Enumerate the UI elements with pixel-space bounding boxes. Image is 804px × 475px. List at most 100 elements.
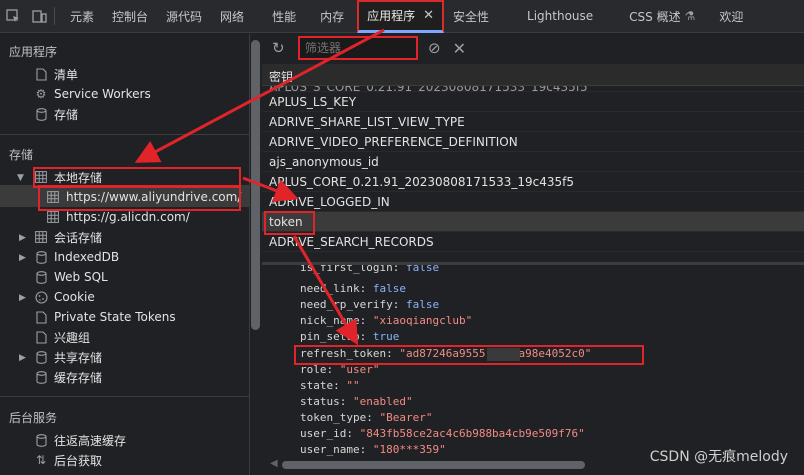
document-icon	[34, 67, 48, 81]
tab-label: 性能	[272, 9, 297, 24]
json-line: is_first_login: false	[300, 265, 439, 274]
table-row[interactable]: ADRIVE_LOGGED_IN	[262, 192, 804, 212]
sidebar-item-label: Private State Tokens	[54, 310, 176, 324]
tab-security[interactable]: 安全性	[444, 0, 498, 33]
tab-network[interactable]: 网络	[211, 0, 253, 33]
sidebar-item-session-storage[interactable]: 会话存储	[34, 227, 102, 247]
sidebar-item-websql[interactable]: Web SQL	[34, 267, 108, 287]
sidebar-scrollbar[interactable]	[251, 40, 260, 330]
clear-all-icon[interactable]: ⊘	[428, 39, 441, 57]
tab-memory[interactable]: 内存	[311, 0, 353, 33]
tab-elements[interactable]: 元素	[61, 0, 103, 33]
sidebar-item-cache-storage[interactable]: 缓存存储	[34, 367, 102, 387]
json-key: nick_name	[300, 314, 360, 327]
tab-label: 安全性	[453, 9, 490, 24]
database-icon	[34, 370, 48, 384]
json-line: need_rp_verify: false	[300, 298, 440, 311]
sidebar-item-label: Web SQL	[54, 270, 108, 284]
expanded-triangle-icon[interactable]: ▼	[17, 173, 27, 183]
json-key: status	[300, 395, 340, 408]
json-line: nick_name: "xiaoqiangclub"	[300, 314, 473, 327]
sidebar-item-indexeddb[interactable]: IndexedDB	[34, 247, 119, 267]
database-icon	[34, 433, 48, 447]
filter-input[interactable]	[298, 36, 418, 60]
tab-lighthouse[interactable]: Lighthouse	[518, 0, 602, 33]
sidebar-item-label: IndexedDB	[54, 250, 120, 264]
sidebar-item-label: Service Workers	[54, 87, 151, 101]
json-line: need_link: false	[300, 282, 406, 295]
json-value: "Bearer"	[379, 411, 433, 424]
sidebar-item-private-state-tokens[interactable]: Private State Tokens	[34, 307, 176, 327]
watermark: CSDN @无痕melody	[649, 449, 788, 465]
sidebar-item-interest-groups[interactable]: 兴趣组	[34, 327, 90, 347]
refresh-icon[interactable]: ↻	[272, 39, 294, 57]
table-row[interactable]: APLUS_CORE_0.21.91_20230808171533_19c435…	[262, 172, 804, 192]
section-title-application: 应用程序	[9, 45, 58, 59]
json-line: pin_setup: true	[300, 330, 400, 343]
json-value: "180***359"	[372, 443, 446, 456]
sidebar-item-bfcache[interactable]: 往返高速缓存	[34, 430, 126, 450]
sidebar-item-label: Cookie	[54, 290, 95, 304]
sidebar-item-service-workers[interactable]: ⚙ Service Workers	[34, 84, 151, 104]
section-title-background-services: 后台服务	[9, 411, 58, 425]
annotation-box-origin	[38, 185, 241, 211]
sidebar-item-label: 会话存储	[54, 230, 103, 245]
tab-application[interactable]: 应用程序 ✕	[357, 0, 445, 33]
table-row[interactable]: APLUS_LS_KEY	[262, 92, 804, 112]
delete-selected-icon[interactable]: ✕	[453, 39, 466, 58]
table-row[interactable]: ajs_anonymous_id	[262, 152, 804, 172]
table-row[interactable]: ADRIVE_SHARE_LIST_VIEW_TYPE	[262, 112, 804, 132]
database-icon	[34, 107, 48, 121]
collapsed-triangle-icon[interactable]: ▶	[19, 353, 29, 363]
json-key: is_first_login	[300, 265, 393, 274]
tab-label: CSS 概述	[629, 9, 681, 24]
json-key: token_type	[300, 411, 367, 424]
collapsed-triangle-icon[interactable]: ▶	[19, 233, 29, 243]
storage-toolbar: ↻ ⊘ ✕	[262, 34, 804, 62]
key-column-header[interactable]: 密钥	[262, 64, 804, 86]
tab-console[interactable]: 控制台	[103, 0, 157, 33]
up-down-arrows-icon: ⇅	[35, 453, 47, 467]
grid-icon	[34, 230, 48, 244]
sidebar-item-manifest[interactable]: 清单	[34, 64, 78, 84]
tab-label: 网络	[220, 9, 245, 24]
database-icon	[34, 250, 48, 264]
close-icon[interactable]: ✕	[423, 8, 434, 23]
tab-label: 欢迎	[719, 9, 744, 24]
sidebar-item-storage-overview[interactable]: 存储	[34, 104, 78, 124]
tab-performance[interactable]: 性能	[263, 0, 305, 33]
sidebar-item-background-fetch[interactable]: ⇅ 后台获取	[34, 450, 102, 470]
json-key: pin_setup	[300, 330, 360, 343]
json-value: false	[405, 265, 440, 274]
table-row-selected[interactable]: token	[262, 212, 804, 232]
section-divider	[0, 396, 249, 397]
table-row[interactable]: ADRIVE_SEARCH_RECORDS	[262, 232, 804, 252]
scroll-left-icon[interactable]: ◀	[270, 458, 278, 469]
sidebar-item-cookie[interactable]: Cookie	[34, 287, 95, 307]
database-icon	[34, 350, 48, 364]
value-preview: is_first_login: false need_link: false n…	[262, 265, 804, 475]
sidebar-item-label: 往返高速缓存	[54, 433, 127, 448]
sidebar-item-shared-storage[interactable]: 共享存储	[34, 347, 102, 367]
tab-css-overview[interactable]: CSS 概述 ⚗	[620, 0, 704, 33]
database-icon	[34, 270, 48, 284]
tab-label: 应用程序	[367, 9, 416, 23]
tab-label: 源代码	[166, 9, 203, 24]
json-key: user_name	[300, 443, 360, 456]
experiment-flask-icon: ⚗	[684, 9, 696, 23]
table-row[interactable]: ADRIVE_VIDEO_PREFERENCE_DEFINITION	[262, 132, 804, 152]
device-toolbar-icon[interactable]	[26, 0, 52, 33]
tab-sources[interactable]: 源代码	[157, 0, 211, 33]
toolbar-divider	[54, 7, 55, 25]
sidebar-item-label: 缓存存储	[54, 370, 103, 385]
document-icon	[34, 330, 48, 344]
collapsed-triangle-icon[interactable]: ▶	[19, 293, 29, 303]
tab-welcome[interactable]: 欢迎	[710, 0, 752, 33]
json-key: user_id	[300, 427, 347, 440]
grid-icon	[46, 210, 60, 224]
json-key: need_link	[300, 282, 360, 295]
inspect-element-icon[interactable]	[0, 0, 26, 33]
json-value: "843fb58ce2ac4c6b988ba4cb9e509f76"	[359, 427, 585, 440]
horizontal-scrollbar[interactable]	[282, 461, 585, 469]
collapsed-triangle-icon[interactable]: ▶	[19, 253, 29, 263]
